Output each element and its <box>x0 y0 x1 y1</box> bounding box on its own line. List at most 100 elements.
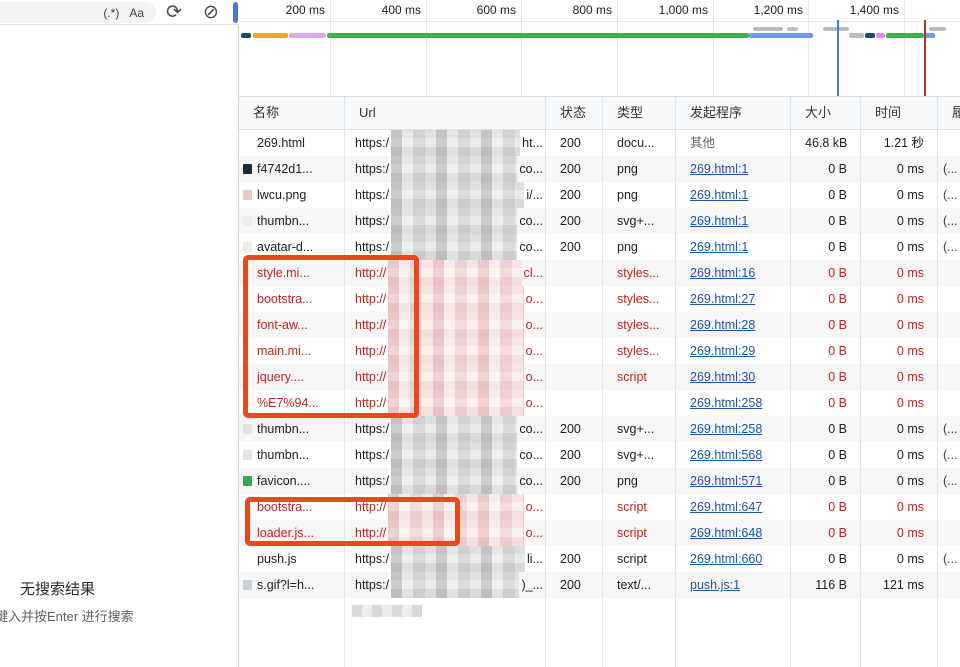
regex-icon[interactable]: (.*) <box>103 6 119 20</box>
url-suffix: ht... <box>520 130 545 156</box>
url-prefix: https:/ <box>355 546 389 572</box>
network-overview-timeline[interactable]: 200 ms400 ms600 ms800 ms1,000 ms1,200 ms… <box>239 0 960 97</box>
url-suffix: co... <box>517 234 545 260</box>
cell-waterfall: (... <box>938 416 960 442</box>
cell-waterfall: (... <box>938 234 960 260</box>
table-row[interactable]: push.jshttps:/li...200script269.html:660… <box>239 546 960 572</box>
initiator-link[interactable]: 269.html:258 <box>690 396 762 410</box>
cell-url: https:/co... <box>345 416 546 442</box>
timeline-tick-label: 400 ms <box>382 3 426 17</box>
cell-status: 200 <box>546 130 603 156</box>
url-suffix: o... <box>524 286 545 312</box>
cell-type: docu... <box>603 130 676 156</box>
initiator-link[interactable]: 269.html:16 <box>690 266 755 280</box>
column-header-url[interactable]: Url <box>345 97 546 129</box>
column-header-initiator[interactable]: 发起程序 <box>676 97 791 129</box>
search-toolbar: (.*) Aa ⟳ ⊘ <box>0 0 239 25</box>
waterfall-overview-segment <box>886 33 924 38</box>
initiator-link[interactable]: 269.html:1 <box>690 188 748 202</box>
table-row[interactable]: 269.htmlhttps:/ht...200docu...其他46.8 kB1… <box>239 130 960 156</box>
cell-initiator: 269.html:647 <box>676 494 791 520</box>
table-row[interactable]: s.gif?l=h...https:/)_...200text/...push.… <box>239 572 960 598</box>
url-suffix: li... <box>525 546 545 572</box>
timeline-gridline <box>904 0 905 96</box>
url-suffix: co... <box>517 468 545 494</box>
redaction-mosaic <box>391 546 525 572</box>
request-name: push.js <box>257 546 297 572</box>
table-row[interactable]: thumbn...https:/co...200svg+...269.html:… <box>239 208 960 234</box>
column-header-name[interactable]: 名称 <box>239 97 345 129</box>
cell-waterfall <box>938 520 960 546</box>
green-file-icon <box>243 476 252 486</box>
cell-size: 0 B <box>791 416 861 442</box>
match-case-icon[interactable]: Aa <box>129 6 144 20</box>
url-suffix: co... <box>517 416 545 442</box>
cell-waterfall <box>938 312 960 338</box>
cell-waterfall <box>938 494 960 520</box>
initiator-link[interactable]: push.js:1 <box>690 578 740 592</box>
initiator-link[interactable]: 269.html:1 <box>690 240 748 254</box>
empty-cell <box>938 598 960 667</box>
cell-waterfall <box>938 286 960 312</box>
initiator-link[interactable]: 269.html:1 <box>690 214 748 228</box>
column-header-type[interactable]: 类型 <box>603 97 676 129</box>
cell-url: https:/co... <box>345 156 546 182</box>
cell-time: 0 ms <box>861 546 938 572</box>
refresh-icon[interactable]: ⟳ <box>162 1 186 25</box>
initiator-link[interactable]: 269.html:30 <box>690 370 755 384</box>
initiator-link[interactable]: 269.html:571 <box>690 474 762 488</box>
cell-type: styles... <box>603 260 676 286</box>
cell-initiator: 269.html:29 <box>676 338 791 364</box>
table-row[interactable]: thumbn...https:/co...200svg+...269.html:… <box>239 442 960 468</box>
cell-waterfall: (... <box>938 182 960 208</box>
cell-name: f4742d1... <box>239 156 345 182</box>
initiator-link[interactable]: 269.html:647 <box>690 500 762 514</box>
initiator-link[interactable]: 269.html:568 <box>690 448 762 462</box>
column-header-waterfall[interactable]: 履 <box>938 97 960 129</box>
search-results-panel: (.*) Aa ⟳ ⊘ 无搜索结果 键入并按Enter 进行搜索 <box>0 0 239 667</box>
cell-initiator: 269.html:1 <box>676 234 791 260</box>
initiator-link[interactable]: 269.html:1 <box>690 162 748 176</box>
cell-name: thumbn... <box>239 442 345 468</box>
table-row[interactable]: favicon....https:/co...200png269.html:57… <box>239 468 960 494</box>
clear-icon[interactable]: ⊘ <box>199 1 223 25</box>
url-suffix: o... <box>524 338 545 364</box>
column-header-time[interactable]: 时间 <box>861 97 938 129</box>
cell-size: 0 B <box>791 312 861 338</box>
cell-status <box>546 390 603 416</box>
cell-status <box>546 494 603 520</box>
cell-status: 200 <box>546 156 603 182</box>
initiator-link[interactable]: 269.html:27 <box>690 292 755 306</box>
cell-initiator: 269.html:1 <box>676 182 791 208</box>
initiator-link[interactable]: 269.html:648 <box>690 526 762 540</box>
redaction-mosaic <box>391 442 517 468</box>
cell-time: 0 ms <box>861 520 938 546</box>
table-row[interactable]: f4742d1...https:/co...200png269.html:10 … <box>239 156 960 182</box>
cell-name: favicon.... <box>239 468 345 494</box>
cell-type: script <box>603 364 676 390</box>
search-hint-text: 键入并按Enter 进行搜索 <box>0 606 134 625</box>
url-suffix: co... <box>517 208 545 234</box>
search-input[interactable]: (.*) Aa <box>0 2 156 23</box>
cell-waterfall <box>938 338 960 364</box>
table-row[interactable]: thumbn...https:/co...200svg+...269.html:… <box>239 416 960 442</box>
table-row[interactable]: lwcu.pnghttps:/i/...200png269.html:10 B0… <box>239 182 960 208</box>
cell-type: styles... <box>603 338 676 364</box>
cell-status: 200 <box>546 572 603 598</box>
timeline-tick-label: 800 ms <box>573 3 617 17</box>
column-header-size[interactable]: 大小 <box>791 97 861 129</box>
cell-size: 46.8 kB <box>791 130 861 156</box>
initiator-link[interactable]: 269.html:29 <box>690 344 755 358</box>
cell-type: svg+... <box>603 416 676 442</box>
cell-time: 0 ms <box>861 208 938 234</box>
waterfall-overview-segment <box>253 33 288 38</box>
initiator-link[interactable]: 269.html:660 <box>690 552 762 566</box>
column-header-status[interactable]: 状态 <box>546 97 603 129</box>
url-prefix: https:/ <box>355 156 389 182</box>
scrollbar-thumb[interactable] <box>233 2 238 23</box>
initiator-link[interactable]: 269.html:258 <box>690 422 762 436</box>
cell-time: 0 ms <box>861 494 938 520</box>
initiator-link[interactable]: 269.html:28 <box>690 318 755 332</box>
cell-size: 116 B <box>791 572 861 598</box>
cell-name: push.js <box>239 546 345 572</box>
